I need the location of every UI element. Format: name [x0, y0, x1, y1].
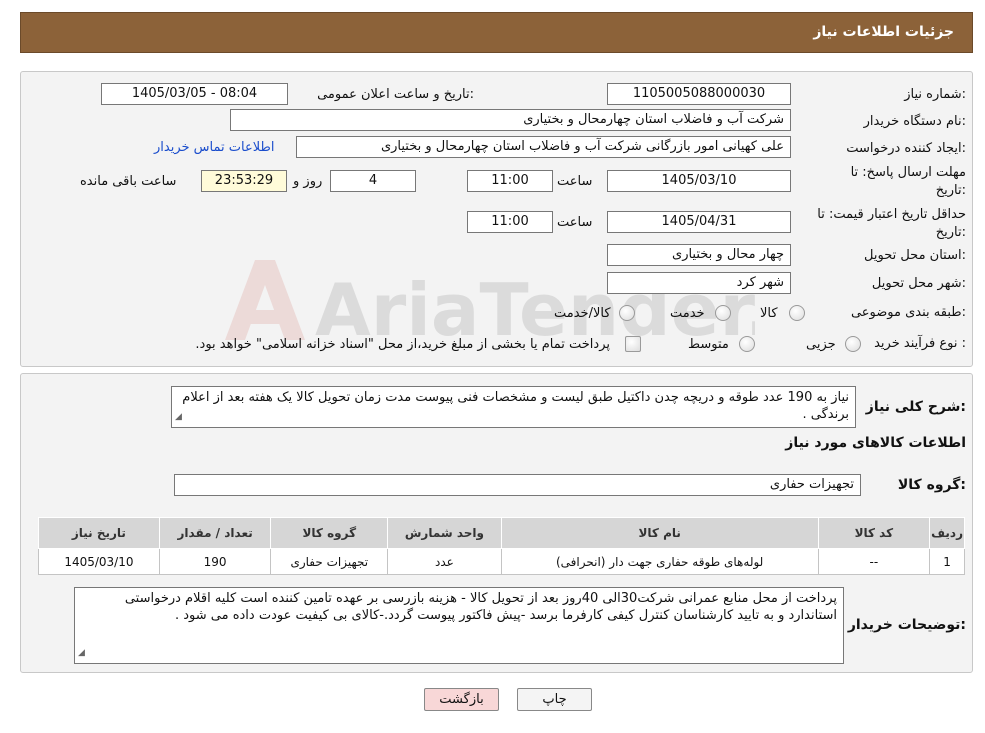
- category-option-goods: کالا: [760, 306, 778, 321]
- buyer-contact-link[interactable]: اطلاعات تماس خریدار: [154, 140, 274, 155]
- requester-field: علی کهیانی امور بازرگانی شرکت آب و فاضلا…: [296, 136, 791, 158]
- cell-row: 1: [929, 548, 965, 575]
- goods-group-field: تجهیزات حفاری: [174, 474, 861, 496]
- category-radio-goods-service[interactable]: [619, 305, 635, 321]
- days-label: روز و: [293, 174, 323, 189]
- process-type-label: نوع فرآیند خرید :: [874, 336, 966, 351]
- buyer-notes-textarea[interactable]: پرداخت از محل منابع عمرانی شرکت30الی 40ر…: [74, 587, 844, 664]
- remaining-time-field: 23:53:29: [201, 170, 287, 192]
- table-header-row: ردیف کد کالا نام کالا واحد شمارش گروه کا…: [38, 517, 965, 549]
- city-label: شهر محل تحویل:: [871, 276, 966, 291]
- col-unit-header: واحد شمارش: [387, 517, 502, 549]
- cell-code: --: [817, 548, 931, 575]
- cell-group: تجهیزات حفاری: [270, 548, 389, 575]
- buyer-notes-label: توضیحات خریدار:: [847, 617, 966, 633]
- col-code-header: کد کالا: [817, 517, 931, 549]
- cell-date: 1405/03/10: [38, 548, 160, 575]
- goods-info-title: اطلاعات کالاهای مورد نیاز: [785, 435, 966, 451]
- validity-time-field: 11:00: [467, 211, 553, 233]
- process-radio-minor[interactable]: [845, 336, 861, 352]
- province-field: چهار محال و بختیاری: [607, 244, 791, 266]
- category-option-goods-service: کالا/خدمت: [554, 306, 611, 321]
- process-radio-medium[interactable]: [739, 336, 755, 352]
- need-number-label: شماره نیاز:: [904, 87, 966, 102]
- summary-label: شرح کلی نیاز:: [865, 399, 966, 415]
- announce-datetime-field: 1405/03/05 - 08:04: [101, 83, 288, 105]
- resize-handle-icon[interactable]: ◢: [175, 409, 182, 426]
- summary-textarea[interactable]: نیاز به 190 عدد طوقه و دریچه چدن داکتیل …: [171, 386, 856, 428]
- col-group-header: گروه کالا: [270, 517, 389, 549]
- process-option-minor: جزیی: [806, 337, 836, 352]
- remaining-time-label: ساعت باقی مانده: [80, 174, 177, 189]
- treasury-checkbox[interactable]: [625, 336, 641, 352]
- print-button[interactable]: چاپ: [517, 688, 592, 711]
- process-option-medium: متوسط: [688, 337, 729, 352]
- buyer-org-label: نام دستگاه خریدار:: [863, 114, 966, 129]
- reply-date-field: 1405/03/10: [607, 170, 791, 192]
- validity-date-field: 1405/04/31: [607, 211, 791, 233]
- col-date-header: تاریخ نیاز: [38, 517, 160, 549]
- page-header: جزئیات اطلاعات نیاز: [20, 12, 973, 53]
- need-number-field: 1105005088000030: [607, 83, 791, 105]
- goods-group-label: گروه کالا:: [897, 477, 966, 493]
- reply-time-label: ساعت: [557, 174, 593, 189]
- buyer-org-field: شرکت آب و فاضلاب استان چهارمحال و بختیار…: [230, 109, 791, 131]
- treasury-payment-note: پرداخت تمام یا بخشی از مبلغ خرید،از محل …: [195, 337, 610, 352]
- city-field: شهر کرد: [607, 272, 791, 294]
- category-radio-goods[interactable]: [789, 305, 805, 321]
- days-remaining-field: 4: [330, 170, 416, 192]
- price-validity-label-2: تاریخ:: [935, 225, 966, 240]
- resize-handle-icon[interactable]: ◢: [78, 645, 85, 662]
- validity-time-label: ساعت: [557, 215, 593, 230]
- table-row: 1 -- لوله‌های طوقه حفاری جهت دار (انحراف…: [38, 548, 965, 575]
- cell-qty: 190: [158, 548, 272, 575]
- reply-time-field: 11:00: [467, 170, 553, 192]
- category-label: طبقه بندی موضوعی:: [850, 305, 966, 320]
- col-row-header: ردیف: [929, 517, 965, 549]
- buyer-notes-text: پرداخت از محل منابع عمرانی شرکت30الی 40ر…: [124, 591, 837, 623]
- cell-unit: عدد: [387, 548, 502, 575]
- category-radio-service[interactable]: [715, 305, 731, 321]
- back-button[interactable]: بازگشت: [424, 688, 499, 711]
- reply-deadline-label-2: تاریخ:: [935, 183, 966, 198]
- page-title: جزئیات اطلاعات نیاز: [813, 24, 954, 40]
- reply-deadline-label: مهلت ارسال پاسخ: تا: [850, 165, 966, 180]
- col-name-header: نام کالا: [500, 517, 819, 549]
- summary-text: نیاز به 190 عدد طوقه و دریچه چدن داکتیل …: [182, 390, 849, 422]
- announce-datetime-label: تاریخ و ساعت اعلان عمومی:: [317, 87, 474, 102]
- requester-label: ایجاد کننده درخواست:: [846, 141, 966, 156]
- cell-name: لوله‌های طوقه حفاری جهت دار (انحرافی): [500, 548, 819, 575]
- category-option-service: خدمت: [670, 306, 705, 321]
- province-label: استان محل تحویل:: [864, 248, 966, 263]
- col-qty-header: تعداد / مقدار: [158, 517, 272, 549]
- items-table: ردیف کد کالا نام کالا واحد شمارش گروه کا…: [38, 517, 965, 575]
- price-validity-label: حداقل تاریخ اعتبار قیمت: تا: [817, 207, 966, 222]
